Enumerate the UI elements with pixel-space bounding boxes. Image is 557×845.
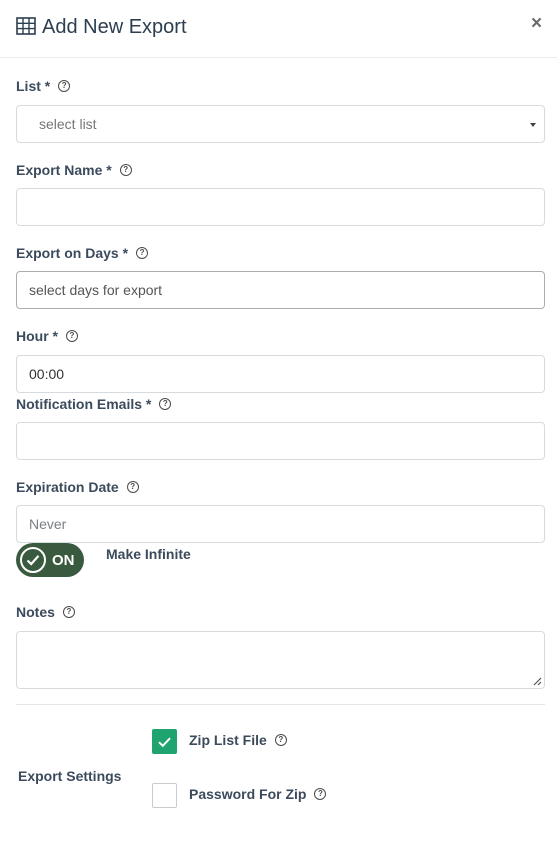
- expiration-date-input[interactable]: Never: [16, 505, 545, 543]
- help-icon[interactable]: ?: [119, 164, 132, 176]
- help-icon[interactable]: ?: [159, 398, 172, 410]
- export-days-label: Export on Days * ?: [16, 244, 149, 262]
- help-icon[interactable]: ?: [314, 788, 327, 800]
- help-icon[interactable]: ?: [62, 606, 75, 618]
- notes-textarea[interactable]: [16, 631, 545, 689]
- check-icon: [158, 737, 171, 747]
- toggle-state-text: ON: [52, 551, 75, 569]
- notification-emails-label: Notification Emails * ?: [16, 395, 172, 413]
- help-icon[interactable]: ?: [136, 247, 149, 259]
- notes-label: Notes ?: [16, 603, 75, 621]
- notification-emails-input[interactable]: [16, 422, 545, 460]
- list-label: List * ?: [16, 77, 71, 95]
- modal-title: Add New Export: [42, 16, 187, 38]
- check-circle-icon: [20, 547, 46, 573]
- resize-handle-icon[interactable]: [532, 676, 542, 686]
- make-infinite-toggle[interactable]: ON: [16, 543, 84, 577]
- make-infinite-label: Make Infinite: [106, 546, 191, 562]
- hour-label: Hour * ?: [16, 327, 78, 345]
- close-button[interactable]: ×: [531, 13, 542, 35]
- zip-list-file-checkbox[interactable]: [152, 729, 177, 754]
- export-settings-label: Export Settings: [18, 768, 122, 784]
- modal-header: Add New Export ×: [0, 0, 557, 58]
- hour-input[interactable]: 00:00: [16, 355, 545, 393]
- help-icon[interactable]: ?: [126, 481, 139, 493]
- expiration-date-label: Expiration Date ?: [16, 478, 139, 496]
- zip-list-file-label: Zip List File ?: [189, 731, 287, 749]
- divider: [16, 704, 545, 705]
- export-name-input[interactable]: [16, 188, 545, 226]
- list-select[interactable]: select list: [16, 105, 545, 143]
- help-icon[interactable]: ?: [58, 80, 71, 92]
- password-for-zip-label: Password For Zip ?: [189, 785, 327, 803]
- export-name-label: Export Name * ?: [16, 161, 132, 179]
- caret-down-icon: [530, 123, 536, 127]
- help-icon[interactable]: ?: [66, 330, 78, 342]
- password-for-zip-checkbox[interactable]: [152, 783, 177, 808]
- export-days-select[interactable]: select days for export: [16, 271, 545, 309]
- help-icon[interactable]: ?: [274, 734, 287, 746]
- table-icon: [16, 17, 36, 35]
